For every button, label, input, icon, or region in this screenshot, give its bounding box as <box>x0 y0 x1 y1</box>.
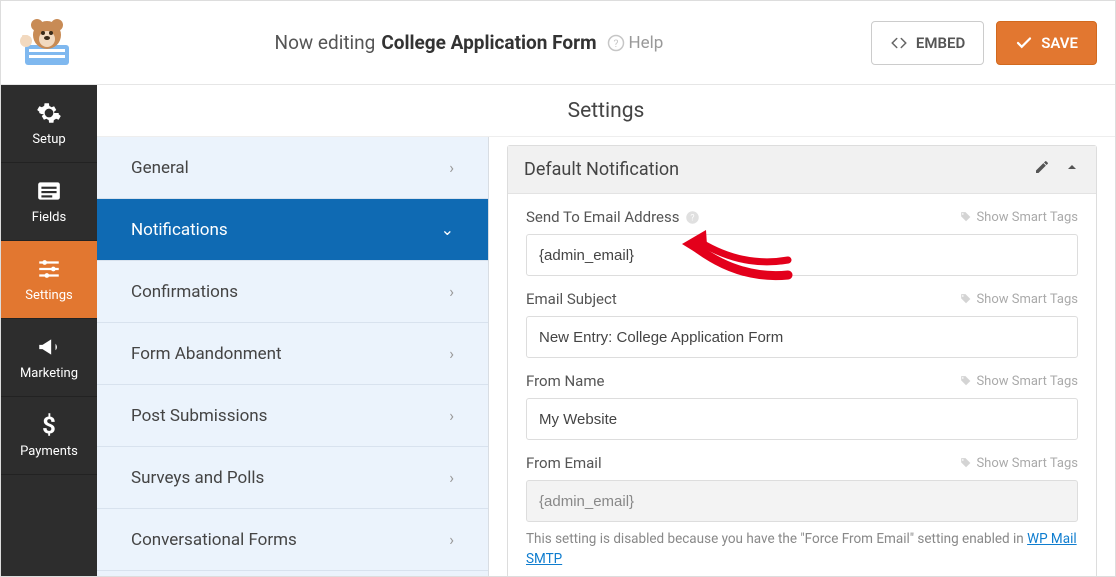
primary-nav: Setup Fields Settings Marketing $ Paymen… <box>1 85 97 576</box>
submenu-notifications[interactable]: Notifications ⌄ <box>97 199 488 261</box>
content-area: Default Notification <box>489 137 1115 576</box>
submenu-post-submissions[interactable]: Post Submissions › <box>97 385 488 447</box>
chevron-right-icon: › <box>449 468 454 487</box>
input-subject[interactable] <box>526 316 1078 358</box>
submenu-surveys-polls[interactable]: Surveys and Polls › <box>97 447 488 509</box>
notification-card: Default Notification <box>507 145 1097 576</box>
submenu-form-abandonment[interactable]: Form Abandonment › <box>97 323 488 385</box>
input-send-to[interactable] <box>526 234 1078 276</box>
collapse-icon[interactable] <box>1064 159 1080 180</box>
tag-icon <box>959 293 972 306</box>
card-header: Default Notification <box>508 146 1096 194</box>
nav-settings[interactable]: Settings <box>1 241 97 319</box>
bullhorn-icon <box>36 334 62 360</box>
chevron-right-icon: › <box>449 158 454 177</box>
chevron-right-icon: › <box>449 530 454 549</box>
tag-icon <box>959 457 972 470</box>
smart-tags-toggle[interactable]: Show Smart Tags <box>959 374 1078 389</box>
nav-fields[interactable]: Fields <box>1 163 97 241</box>
list-icon <box>36 178 62 204</box>
editing-prefix: Now editing <box>275 31 376 54</box>
label-send-to: Send To Email Address ? <box>526 208 700 226</box>
edit-icon[interactable] <box>1034 159 1050 180</box>
input-from-name[interactable] <box>526 398 1078 440</box>
smart-tags-toggle[interactable]: Show Smart Tags <box>959 292 1078 307</box>
submenu-general[interactable]: General › <box>97 137 488 199</box>
svg-text:$: $ <box>42 412 56 438</box>
label-from-email: From Email <box>526 454 602 472</box>
dollar-icon: $ <box>36 412 62 438</box>
chevron-down-icon: ⌄ <box>441 220 454 239</box>
smart-tags-toggle[interactable]: Show Smart Tags <box>959 210 1078 225</box>
from-email-note: This setting is disabled because you hav… <box>526 530 1078 569</box>
svg-text:?: ? <box>613 36 618 49</box>
form-name: College Application Form <box>381 31 596 54</box>
field-from-email: From Email Show Smart Tags This setting … <box>526 454 1078 569</box>
help-icon: ? <box>607 34 625 52</box>
card-title: Default Notification <box>524 159 679 180</box>
help-icon[interactable]: ? <box>685 210 700 225</box>
label-subject: Email Subject <box>526 290 617 308</box>
nav-payments[interactable]: $ Payments <box>1 397 97 475</box>
check-icon <box>1015 34 1033 52</box>
submenu-conversational-forms[interactable]: Conversational Forms › <box>97 509 488 571</box>
sliders-icon <box>36 256 62 282</box>
code-icon <box>890 34 908 52</box>
smart-tags-toggle[interactable]: Show Smart Tags <box>959 456 1078 471</box>
field-send-to: Send To Email Address ? Show Smart Tags <box>526 208 1078 276</box>
settings-submenu: General › Notifications ⌄ Confirmations … <box>97 137 489 576</box>
help-link[interactable]: ? Help <box>607 33 664 53</box>
chevron-right-icon: › <box>449 344 454 363</box>
svg-text:?: ? <box>691 213 695 223</box>
label-from-name: From Name <box>526 372 604 390</box>
submenu-confirmations[interactable]: Confirmations › <box>97 261 488 323</box>
page-title: Settings <box>97 85 1115 137</box>
nav-marketing[interactable]: Marketing <box>1 319 97 397</box>
embed-button[interactable]: EMBED <box>871 21 984 65</box>
tag-icon <box>959 211 972 224</box>
input-from-email <box>526 480 1078 522</box>
chevron-right-icon: › <box>449 406 454 425</box>
app-logo <box>15 11 79 75</box>
save-button[interactable]: SAVE <box>996 21 1097 65</box>
top-bar: Now editing College Application Form ? H… <box>1 1 1115 85</box>
field-from-name: From Name Show Smart Tags <box>526 372 1078 440</box>
nav-setup[interactable]: Setup <box>1 85 97 163</box>
chevron-right-icon: › <box>449 282 454 301</box>
tag-icon <box>959 375 972 388</box>
field-subject: Email Subject Show Smart Tags <box>526 290 1078 358</box>
gear-icon <box>36 100 62 126</box>
editing-title: Now editing College Application Form ? H… <box>275 31 664 54</box>
